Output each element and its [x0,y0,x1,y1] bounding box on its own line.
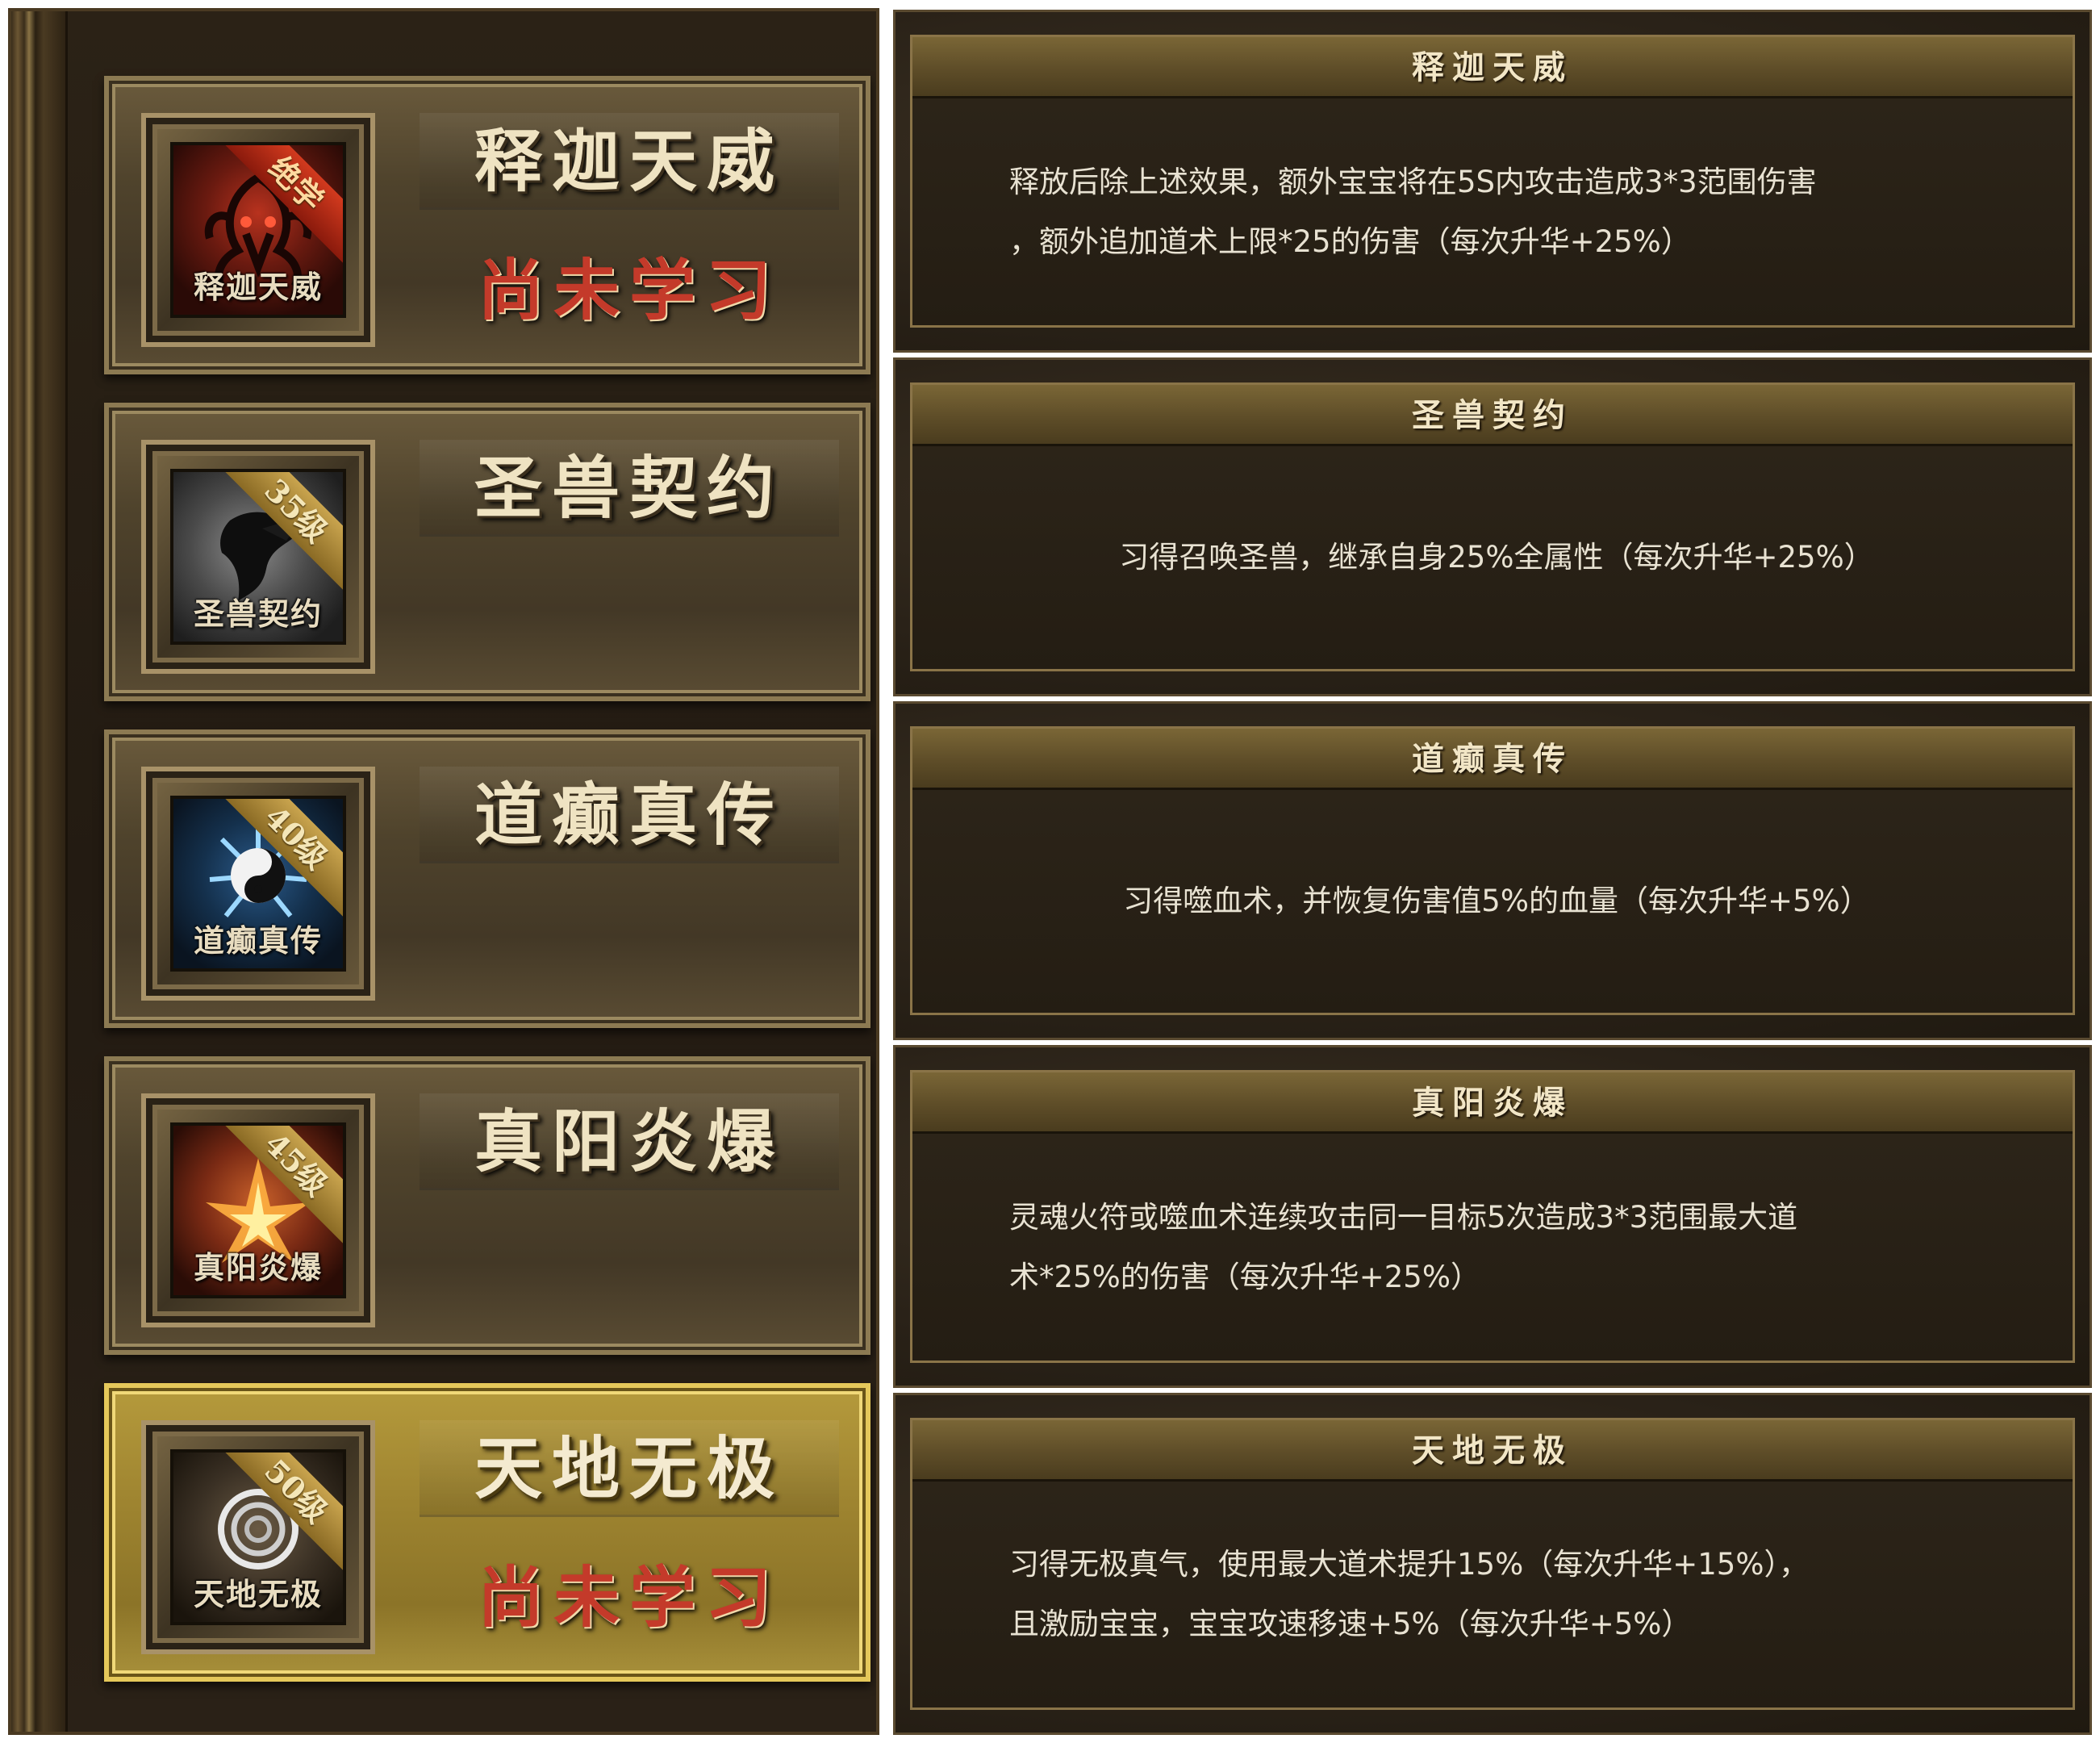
skill-name: 真阳炎爆 [420,1093,839,1190]
card-frame: 天地无极 习得无极真气，使用最大道术提升15%（每次升华+15%）， 且激励宝宝… [910,1418,2075,1710]
skill-list-panel: 绝学 释迦天威 释迦天威 尚未学习 35级 圣兽契约 圣兽契约 40级 道癫真传… [8,8,879,1735]
card-title: 天地无极 [912,1420,2073,1482]
card-frame: 释迦天威 释放后除上述效果，额外宝宝将在5S内攻击造成3*3范围伤害 ，额外追加… [910,35,2075,328]
card-title: 释迦天威 [912,37,2073,98]
card-description: 释放后除上述效果，额外宝宝将在5S内攻击造成3*3范围伤害 ，额外追加道术上限*… [1009,98,1984,325]
skill-name: 天地无极 [420,1420,839,1517]
skill-icon-caption: 释迦天威 [193,269,323,305]
card-description-line: 灵魂火符或噬血术连续攻击同一目标5次造成3*3范围最大道 [1009,1199,1798,1235]
skill-icon-caption: 道癫真传 [193,922,323,959]
skill-row-tiandi[interactable]: 50级 天地无极 天地无极 尚未学习 [104,1383,870,1682]
skill-name: 圣兽契约 [420,440,839,537]
skill-desc-card-tiandi: 天地无极 习得无极真气，使用最大道术提升15%（每次升华+15%）， 且激励宝宝… [893,1393,2092,1735]
skill-row-shijia[interactable]: 绝学 释迦天威 释迦天威 尚未学习 [104,76,870,374]
card-description: 习得无极真气，使用最大道术提升15%（每次升华+15%）， 且激励宝宝，宝宝攻速… [1009,1482,1984,1707]
skill-icon-frame: 50级 天地无极 [141,1420,375,1654]
card-frame: 道癫真传 习得噬血术，并恢复伤害值5%的血量（每次升华+5%） [910,726,2075,1015]
card-frame: 真阳炎爆 灵魂火符或噬血术连续攻击同一目标5次造成3*3范围最大道 术*25%的… [910,1070,2075,1363]
skill-row-zhenyang[interactable]: 45级 真阳炎爆 真阳炎爆 [104,1056,870,1355]
skill-name: 道癫真传 [420,767,839,863]
skill-icon-caption: 圣兽契约 [193,596,323,632]
skill-row-daodian[interactable]: 40级 道癫真传 道癫真传 [104,729,870,1028]
skill-row-shengshou[interactable]: 35级 圣兽契约 圣兽契约 [104,403,870,701]
card-description: 灵魂火符或噬血术连续攻击同一目标5次造成3*3范围最大道 术*25%的伤害（每次… [1009,1134,1984,1361]
card-description-line: 释放后除上述效果，额外宝宝将在5S内攻击造成3*3范围伤害 [1009,164,1817,199]
skill-status: 尚未学习 [477,252,781,329]
skill-icon-frame: 绝学 释迦天威 [141,113,375,347]
card-title: 圣兽契约 [912,385,2073,446]
card-description-line: 且激励宝宝，宝宝攻速移速+5%（每次升华+5%） [1009,1607,1692,1641]
demon-skill-icon: 绝学 释迦天威 [170,142,346,318]
skill-status: 尚未学习 [477,1559,781,1636]
card-title: 道癫真传 [912,729,2073,790]
skill-desc-card-zhenyang: 真阳炎爆 灵魂火符或噬血术连续攻击同一目标5次造成3*3范围最大道 术*25%的… [893,1045,2092,1388]
skill-status [420,896,839,993]
card-frame: 圣兽契约 习得召唤圣兽，继承自身25%全属性（每次升华+25%） [910,382,2075,671]
beast-skill-icon: 35级 圣兽契约 [170,469,346,645]
skill-desc-card-shijia: 释迦天威 释放后除上述效果，额外宝宝将在5S内攻击造成3*3范围伤害 ，额外追加… [893,10,2092,353]
skill-icon-caption: 天地无极 [193,1576,323,1612]
yinyang-skill-icon: 40级 道癫真传 [170,796,346,972]
skill-icon-frame: 40级 道癫真传 [141,767,375,1001]
skill-desc-card-daodian: 道癫真传 习得噬血术，并恢复伤害值5%的血量（每次升华+5%） [893,701,2092,1040]
skill-status [420,569,839,666]
skill-desc-card-shengshou: 圣兽契约 习得召唤圣兽，继承自身25%全属性（每次升华+25%） [893,357,2092,696]
skill-name: 释迦天威 [420,113,839,210]
card-description-line: ，额外追加道术上限*25的伤害（每次升华+25%） [1009,224,1691,259]
card-description-line: 习得召唤圣兽，继承自身25%全属性（每次升华+25%） [1119,540,1874,575]
card-description-line: 习得噬血术，并恢复伤害值5%的血量（每次升华+5%） [1123,884,1870,918]
flame-skill-icon: 45级 真阳炎爆 [170,1122,346,1298]
skill-icon-caption: 真阳炎爆 [193,1249,323,1285]
skill-icon-frame: 35级 圣兽契约 [141,440,375,674]
card-title: 真阳炎爆 [912,1072,2073,1134]
panel-rail-decoration [11,11,68,1732]
card-description-line: 术*25%的伤害（每次升华+25%） [1009,1259,1480,1294]
skill-status [420,1223,839,1319]
ring-skill-icon: 50级 天地无极 [170,1449,346,1625]
skill-icon-frame: 45级 真阳炎爆 [141,1093,375,1327]
card-description-line: 习得无极真气，使用最大道术提升15%（每次升华+15%）， [1009,1547,1809,1582]
card-description: 习得噬血术，并恢复伤害值5%的血量（每次升华+5%） [1009,790,1984,1013]
card-description: 习得召唤圣兽，继承自身25%全属性（每次升华+25%） [1009,446,1984,669]
